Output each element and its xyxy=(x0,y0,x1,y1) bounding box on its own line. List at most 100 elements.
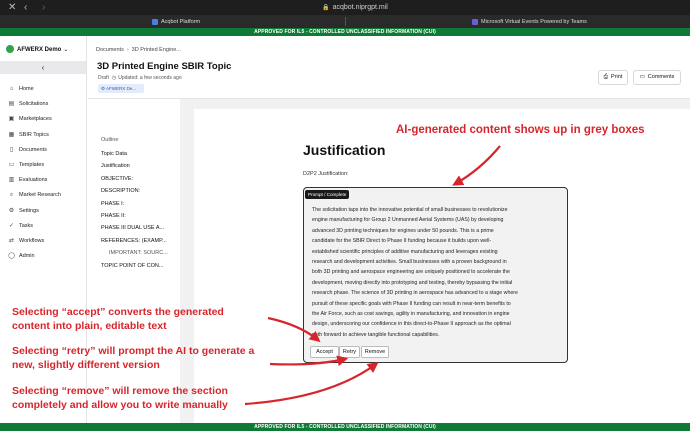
annotation-remove: Selecting “remove” will remove the secti… xyxy=(12,384,228,412)
chevron-left-icon: ‹ xyxy=(41,63,45,72)
sidebar-item-label: Settings xyxy=(19,207,39,214)
ai-generated-text: The solicitation taps into the innovativ… xyxy=(312,205,562,340)
prompt-complete-label: Prompt / Complete xyxy=(305,190,350,199)
outline-item[interactable]: Topic Data xyxy=(101,148,171,160)
browser-chrome: ✕ ‹ › 🔒 acqbot.niprgpt.mil Acqbot Platfor… xyxy=(0,0,690,28)
file-icon: ▯ xyxy=(9,146,14,153)
classification-banner-top: APPROVED FOR IL5 - CONTROLLED UNCLASSIFI… xyxy=(0,28,690,36)
tag-label: AFWERX De... xyxy=(106,86,137,91)
sidebar-item-label: Workflows xyxy=(19,237,45,244)
collapse-sidebar-button[interactable]: ‹ xyxy=(0,61,86,74)
outline-item[interactable]: PHASE I: xyxy=(101,198,171,210)
page-title: 3D Printed Engine SBIR Topic xyxy=(97,61,232,72)
ai-text-line: the Air Force, such as cost savings, agi… xyxy=(312,310,510,317)
gear-icon: ⚙ xyxy=(8,207,15,214)
sidebar-item-label: SBIR Topics xyxy=(19,131,49,138)
ai-text-line: research and development activities. Sma… xyxy=(312,258,507,265)
outline-item[interactable]: TOPIC POINT OF CON... xyxy=(101,260,171,272)
sidebar-item-templates[interactable]: ▭ Templates xyxy=(0,158,86,173)
org-logo-icon xyxy=(6,45,14,54)
workflow-icon: ⇄ xyxy=(8,237,15,244)
chevron-left-icon[interactable]: ‹ xyxy=(24,3,27,13)
breadcrumb-documents-link[interactable]: Documents xyxy=(96,47,124,53)
sidebar-item-tasks[interactable]: ✓ Tasks xyxy=(0,219,86,234)
annotation-title: AI-generated content shows up in grey bo… xyxy=(396,124,645,136)
sidebar-item-label: Tasks xyxy=(19,222,34,229)
annotation-line: Selecting “remove” will remove the secti… xyxy=(12,385,228,397)
sidebar-item-market-research[interactable]: ⌕ Market Research xyxy=(0,188,86,203)
tab-strip: Acqbot Platform Microsoft Virtual Events… xyxy=(0,15,690,28)
sidebar-item-settings[interactable]: ⚙ Settings xyxy=(0,204,86,219)
document-meta: Draft ◷ Updated: a few seconds ago xyxy=(98,75,182,81)
ai-text-line: advanced 3D printing techniques for engi… xyxy=(312,227,494,234)
sidebar-item-sbir-topics[interactable]: ▦ SBIR Topics xyxy=(0,128,86,143)
sidebar-item-label: Solicitations xyxy=(19,101,49,108)
print-label: Print xyxy=(611,74,623,80)
annotation-line: Selecting “accept” converts the generate… xyxy=(12,306,224,318)
ai-text-line: both 3D printing and aerospace engineeri… xyxy=(312,269,510,276)
annotation-accept: Selecting “accept” converts the generate… xyxy=(12,305,224,333)
ai-text-line: established scientific principles of add… xyxy=(312,248,498,255)
tab-divider xyxy=(345,17,346,26)
tab-acqbot[interactable]: Acqbot Platform xyxy=(152,17,200,27)
print-button[interactable]: ⎙ Print xyxy=(598,70,628,85)
outline-item[interactable]: REFERENCES: (EXAMP... xyxy=(101,235,171,247)
updated-time: Updated: a few seconds ago xyxy=(118,75,182,81)
org-switcher[interactable]: AFWERX Demo ⌄ xyxy=(6,44,86,56)
sidebar-item-home[interactable]: ⌂ Home xyxy=(0,82,86,97)
tab-label: Microsoft Virtual Events Powered by Team… xyxy=(481,19,587,25)
ai-text-line: development, moving directly into protot… xyxy=(312,279,513,286)
section-sub-label: D2P2 Justification: xyxy=(303,171,349,177)
status-label: Draft xyxy=(98,75,109,81)
sidebar-item-documents[interactable]: ▯ Documents xyxy=(0,143,86,158)
sidebar-item-workflows[interactable]: ⇄ Workflows xyxy=(0,234,86,249)
close-icon[interactable]: ✕ xyxy=(8,3,16,13)
outline-item[interactable]: PHASE II: xyxy=(101,210,171,222)
chevron-down-icon: ⌄ xyxy=(63,47,69,53)
org-name: AFWERX Demo xyxy=(17,47,62,53)
sidebar-nav: ⌂ Home ▤ Solicitations ▣ Marketplaces ▦ SBIR To… xyxy=(0,82,86,264)
document-icon: ▤ xyxy=(8,101,15,108)
home-icon: ⌂ xyxy=(9,86,14,92)
section-heading: Justification xyxy=(303,142,386,158)
teams-favicon-icon xyxy=(472,18,478,25)
outline-item[interactable]: Justification xyxy=(101,160,171,172)
annotation-line: Selecting “retry” will prompt the AI to … xyxy=(12,345,255,357)
annotation-retry: Selecting “retry” will prompt the AI to … xyxy=(12,344,254,372)
comments-button[interactable]: ▭ Comments xyxy=(633,70,681,85)
sidebar-item-solicitations[interactable]: ▤ Solicitations xyxy=(0,97,86,112)
ai-text-line: research phase. The science of 3D printi… xyxy=(312,290,518,297)
sidebar-item-label: Marketplaces xyxy=(19,116,52,123)
topics-icon: ▦ xyxy=(8,131,15,138)
accept-button[interactable]: Accept xyxy=(310,346,339,358)
sidebar-item-label: Home xyxy=(19,86,34,92)
outline-item[interactable]: IMPORTANT: SOURC... xyxy=(101,247,171,259)
ai-text-line: candidate for the SBIR Direct to Phase I… xyxy=(312,238,492,245)
ai-text-line: design, underscoring our confidence in t… xyxy=(312,321,511,328)
clipboard-icon: ▥ xyxy=(8,177,15,184)
annotation-line: completely and allow you to write manual… xyxy=(12,399,228,411)
outline-item[interactable]: DESCRIPTION: xyxy=(101,185,171,197)
comments-label: Comments xyxy=(647,74,675,80)
comment-icon: ▭ xyxy=(639,74,645,80)
annotation-line: new, slightly different version xyxy=(12,359,160,371)
remove-button[interactable]: Remove xyxy=(361,346,389,358)
ai-text-line: The solicitation taps into the innovativ… xyxy=(312,207,508,213)
outline-item[interactable]: PHASE III DUAL USE A... xyxy=(101,222,171,234)
chevron-right-icon[interactable]: › xyxy=(42,3,45,13)
sidebar-item-marketplaces[interactable]: ▣ Marketplaces xyxy=(0,112,86,127)
sidebar-item-evaluations[interactable]: ▥ Evaluations xyxy=(0,173,86,188)
address-bar[interactable]: 🔒 acqbot.niprgpt.mil xyxy=(290,3,420,13)
sidebar-item-label: Admin xyxy=(19,253,35,260)
sidebar-item-label: Market Research xyxy=(19,192,61,199)
sidebar-item-label: Documents xyxy=(19,146,47,153)
org-tag[interactable]: ⚙ AFWERX De... xyxy=(98,84,144,93)
tab-label: Acqbot Platform xyxy=(161,19,201,25)
retry-button[interactable]: Retry xyxy=(339,346,360,358)
sidebar-item-admin[interactable]: ◯ Admin xyxy=(0,249,86,264)
breadcrumb: Documents › 3D Printed Engine... xyxy=(96,47,181,53)
url-text: acqbot.niprgpt.mil xyxy=(332,4,388,11)
lock-icon: 🔒 xyxy=(322,5,330,11)
outline-item[interactable]: OBJECTIVE: xyxy=(101,173,171,185)
tab-teams[interactable]: Microsoft Virtual Events Powered by Team… xyxy=(472,17,587,27)
